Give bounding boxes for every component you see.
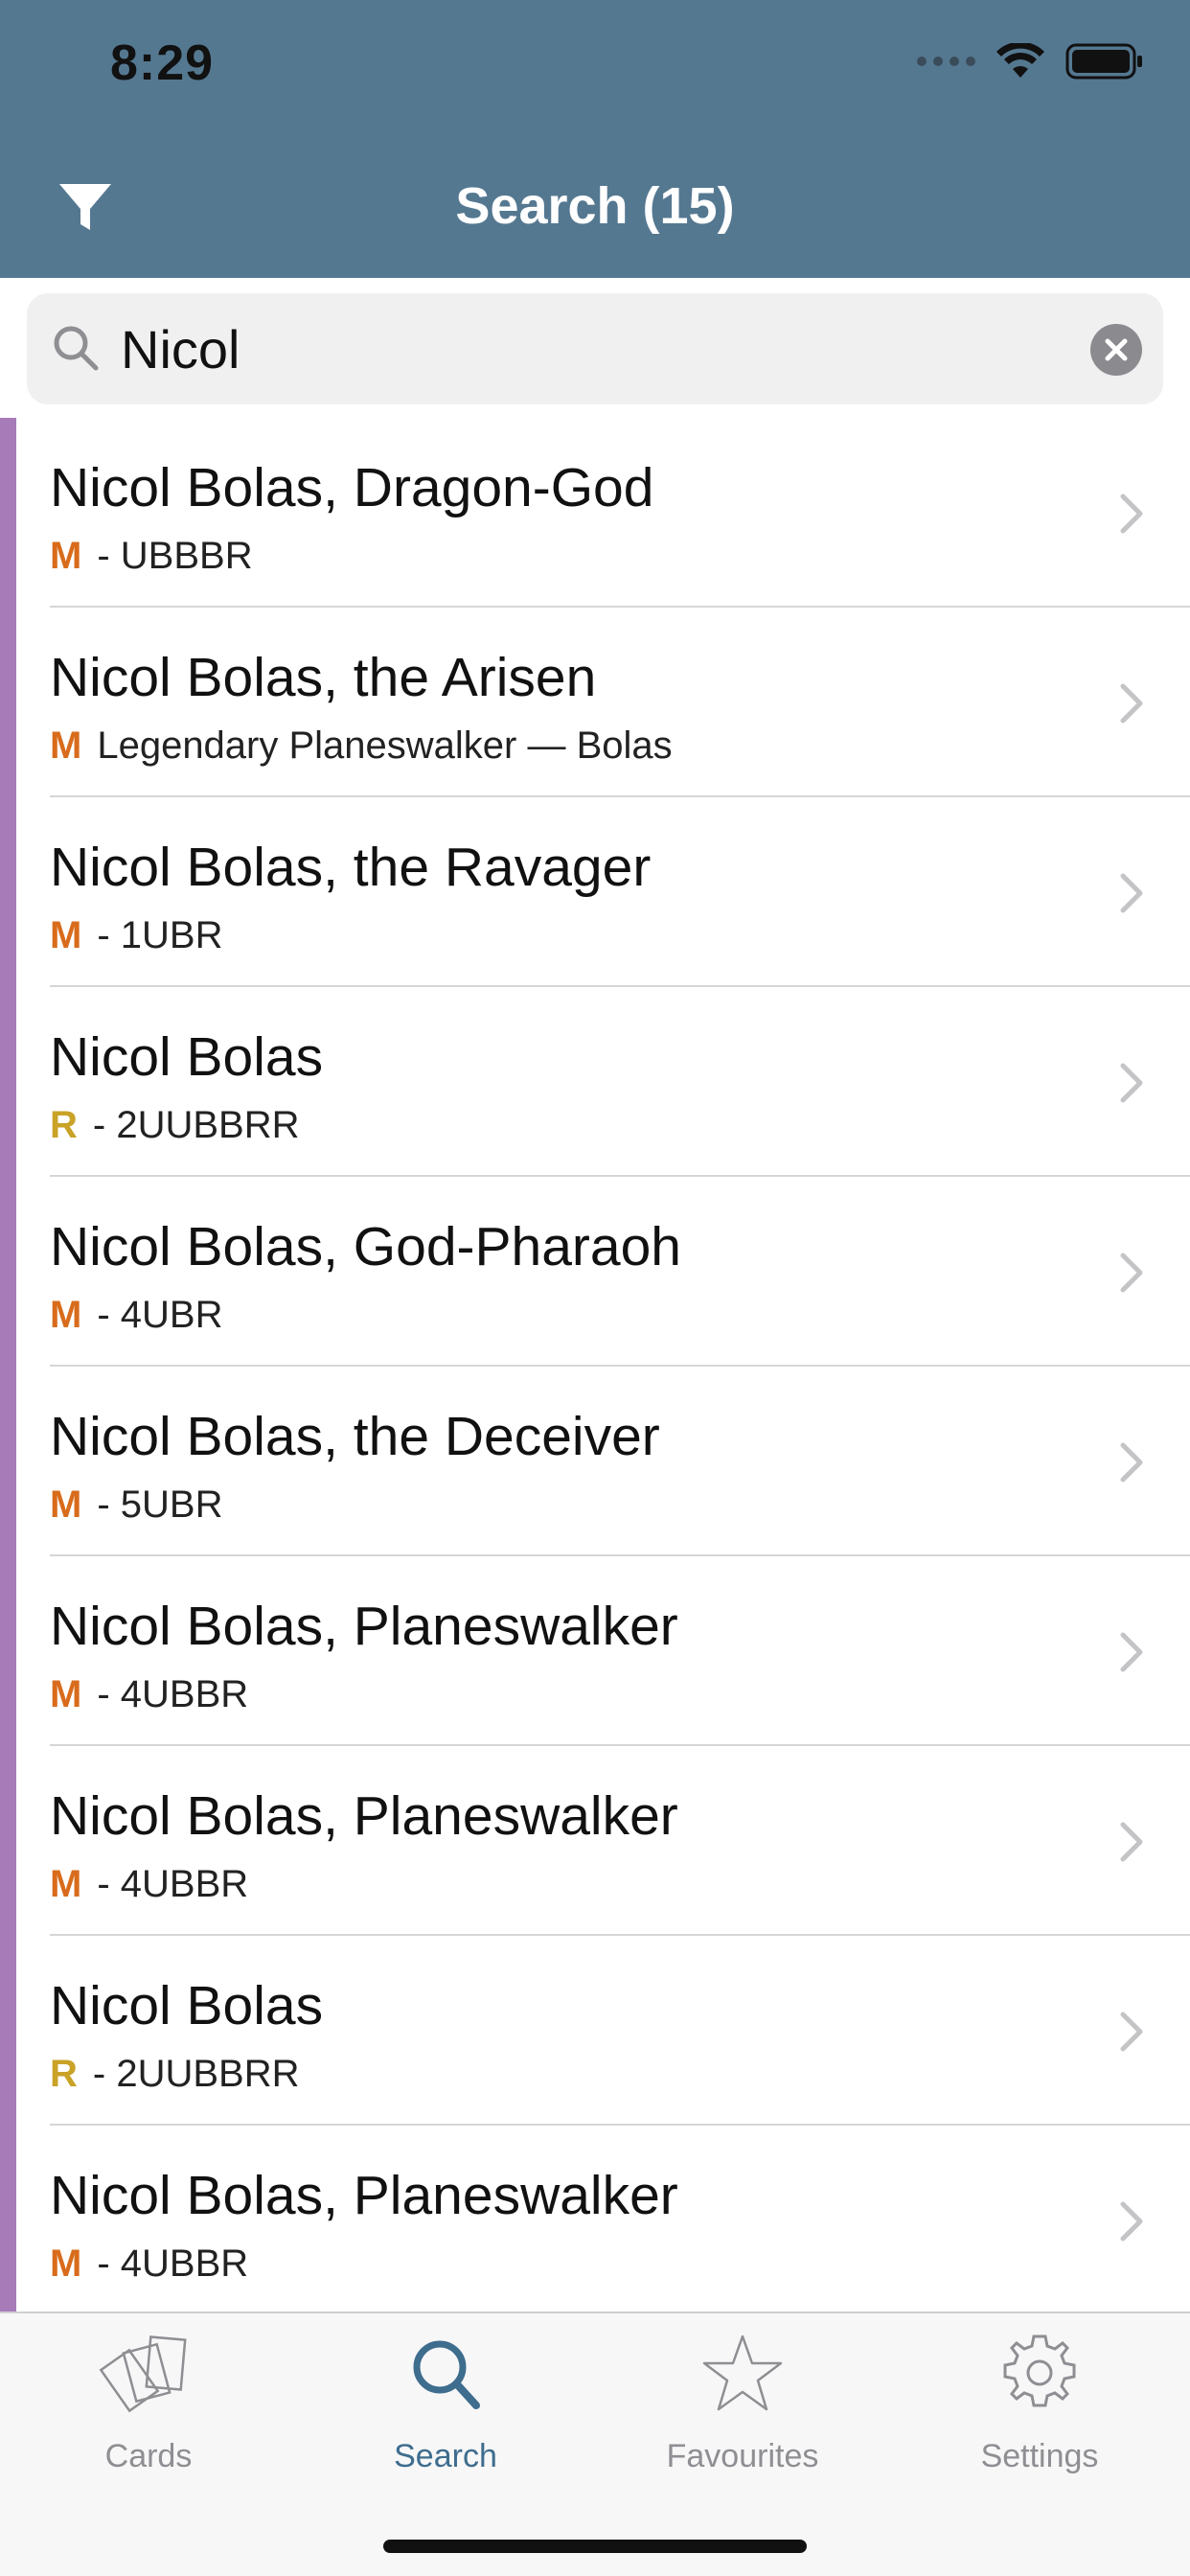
card-detail: Legendary Planeswalker — Bolas xyxy=(97,724,673,767)
tab-label: Search xyxy=(394,2438,497,2474)
card-name: Nicol Bolas xyxy=(50,1026,324,1088)
card-subtitle: R - 2UUBBRR xyxy=(50,1104,299,1147)
rarity-badge: M xyxy=(50,724,82,767)
list-item[interactable]: Nicol Bolas R - 2UUBBRR xyxy=(0,1936,1190,2126)
card-detail: - 2UUBBRR xyxy=(92,1104,300,1146)
card-name: Nicol Bolas, the Arisen xyxy=(50,647,597,708)
card-subtitle: M - UBBBR xyxy=(50,535,253,578)
tab-cards[interactable]: Cards xyxy=(0,2313,297,2505)
tab-favourites[interactable]: Favourites xyxy=(594,2313,891,2505)
search-icon xyxy=(413,2340,480,2409)
card-detail: - 4UBBR xyxy=(97,1863,249,1905)
card-subtitle: M - 4UBR xyxy=(50,1294,222,1337)
search-field[interactable] xyxy=(27,293,1163,404)
rarity-badge: R xyxy=(50,1104,78,1146)
list-item[interactable]: Nicol Bolas, Planeswalker M - 4UBBR xyxy=(0,1556,1190,1746)
search-bar xyxy=(0,278,1190,418)
chevron-right-icon xyxy=(1120,2012,1143,2052)
list-item[interactable]: Nicol Bolas, the Ravager M - 1UBR xyxy=(0,797,1190,987)
chevron-right-icon xyxy=(1120,2201,1143,2242)
list-item[interactable]: Nicol Bolas, the Arisen M Legendary Planes… xyxy=(0,608,1190,797)
wifi-icon xyxy=(996,43,1044,78)
list-item[interactable]: Nicol Bolas, Dragon-God M - UBBBR xyxy=(0,418,1190,608)
list-item[interactable]: Nicol Bolas R - 2UUBBRR xyxy=(0,987,1190,1177)
card-detail: - 2UUBBRR xyxy=(92,2053,300,2095)
tab-settings[interactable]: Settings xyxy=(891,2313,1188,2505)
close-icon xyxy=(1105,338,1128,361)
chevron-right-icon xyxy=(1120,1822,1143,1862)
card-detail: - 5UBR xyxy=(97,1484,223,1526)
page-title: Search (15) xyxy=(455,177,735,235)
chevron-right-icon xyxy=(1120,1442,1143,1483)
card-detail: - 4UBBR xyxy=(97,1673,249,1715)
rarity-badge: M xyxy=(50,1863,82,1905)
rarity-badge: M xyxy=(50,914,82,956)
chevron-right-icon xyxy=(1120,683,1143,724)
status-time: 8:29 xyxy=(110,35,215,91)
search-results-list: Nicol Bolas, Dragon-God M - UBBBR Nicol Bol… xyxy=(0,418,1190,2312)
cellular-signal-icon xyxy=(917,57,975,66)
card-name: Nicol Bolas, the Ravager xyxy=(50,837,652,898)
card-subtitle: M - 4UBBR xyxy=(50,1673,248,1716)
rarity-badge: R xyxy=(50,2053,78,2095)
tab-label: Favourites xyxy=(666,2438,819,2474)
list-item[interactable]: Nicol Bolas, Planeswalker M - 4UBBR xyxy=(0,2126,1190,2312)
magnifier-icon xyxy=(54,326,99,371)
list-item[interactable]: Nicol Bolas, Planeswalker M - 4UBBR xyxy=(0,1746,1190,1936)
card-name: Nicol Bolas, Planeswalker xyxy=(50,1596,678,1657)
card-name: Nicol Bolas, the Deceiver xyxy=(50,1406,660,1467)
gear-icon xyxy=(1003,2334,1076,2407)
tab-bar: Cards Search Favourites Settings xyxy=(0,2312,1190,2576)
card-subtitle: M - 4UBBR xyxy=(50,2242,248,2286)
rarity-badge: M xyxy=(50,535,82,577)
card-name: Nicol Bolas, Dragon-God xyxy=(50,457,654,518)
rarity-badge: M xyxy=(50,1294,82,1336)
search-input[interactable] xyxy=(121,310,1079,387)
rarity-badge: M xyxy=(50,1484,82,1526)
navigation-header: 8:29 Search (15) xyxy=(0,0,1190,278)
card-subtitle: M - 4UBBR xyxy=(50,1863,248,1906)
tab-label: Cards xyxy=(104,2438,193,2474)
card-name: Nicol Bolas, Planeswalker xyxy=(50,1785,678,1847)
tab-label: Settings xyxy=(980,2438,1099,2474)
card-name: Nicol Bolas, Planeswalker xyxy=(50,2165,678,2226)
card-subtitle: M - 1UBR xyxy=(50,914,222,957)
tab-search[interactable]: Search xyxy=(297,2313,594,2505)
card-name: Nicol Bolas, God-Pharaoh xyxy=(50,1216,682,1277)
star-icon xyxy=(702,2334,783,2411)
cards-icon xyxy=(99,2335,187,2413)
chevron-right-icon xyxy=(1120,494,1143,534)
card-subtitle: M - 5UBR xyxy=(50,1484,222,1527)
list-item[interactable]: Nicol Bolas, God-Pharaoh M - 4UBR xyxy=(0,1177,1190,1367)
status-icons xyxy=(917,42,1144,80)
clear-search-button[interactable] xyxy=(1090,324,1142,376)
chevron-right-icon xyxy=(1120,1063,1143,1103)
card-detail: - UBBBR xyxy=(97,535,253,577)
card-detail: - 4UBR xyxy=(97,1294,223,1336)
chevron-right-icon xyxy=(1120,873,1143,913)
card-detail: - 1UBR xyxy=(97,914,223,956)
chevron-right-icon xyxy=(1120,1253,1143,1293)
card-subtitle: R - 2UUBBRR xyxy=(50,2053,299,2096)
rarity-badge: M xyxy=(50,1673,82,1715)
card-detail: - 4UBBR xyxy=(97,2242,249,2285)
card-name: Nicol Bolas xyxy=(50,1975,324,2036)
list-item[interactable]: Nicol Bolas, the Deceiver M - 5UBR xyxy=(0,1367,1190,1556)
battery-icon xyxy=(1065,43,1142,80)
rarity-badge: M xyxy=(50,2242,82,2285)
card-subtitle: M Legendary Planeswalker — Bolas xyxy=(50,724,673,768)
home-indicator xyxy=(383,2540,807,2553)
chevron-right-icon xyxy=(1120,1632,1143,1672)
